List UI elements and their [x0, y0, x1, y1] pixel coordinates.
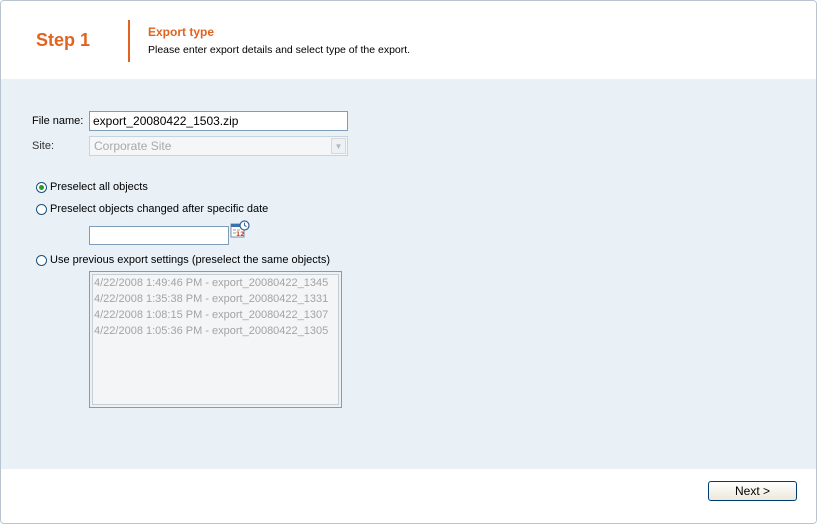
radio-preselect-all[interactable]	[36, 181, 47, 193]
wizard-frame: Step 1 Export type Please enter export d…	[0, 0, 817, 524]
option-preselect-by-date[interactable]: Preselect objects changed after specific…	[36, 203, 268, 215]
calendar-icon[interactable]: 12	[230, 220, 250, 240]
radio-preselect-by-date[interactable]	[36, 203, 47, 215]
option-previous-settings-label: Use previous export settings (preselect …	[50, 254, 331, 266]
list-item[interactable]: 4/22/2008 1:49:46 PM - export_20080422_1…	[93, 275, 338, 291]
step-number: Step 1	[36, 30, 91, 50]
date-input[interactable]	[89, 226, 229, 245]
site-label: Site:	[32, 140, 55, 152]
step-separator	[128, 20, 130, 62]
list-item[interactable]: 4/22/2008 1:05:36 PM - export_20080422_1…	[93, 323, 338, 339]
wizard-content: File name: Site: Corporate Site ▼ Presel…	[1, 79, 816, 469]
site-select-value: Corporate Site	[94, 139, 172, 153]
previous-exports-list[interactable]: 4/22/2008 1:49:46 PM - export_20080422_1…	[89, 271, 342, 408]
list-item[interactable]: 4/22/2008 1:35:38 PM - export_20080422_1…	[93, 291, 338, 307]
site-select[interactable]: Corporate Site ▼	[89, 136, 348, 156]
chevron-down-icon: ▼	[331, 138, 346, 154]
file-name-label: File name:	[32, 115, 84, 127]
option-preselect-all-label: Preselect all objects	[50, 181, 148, 193]
previous-exports-list-inner: 4/22/2008 1:49:46 PM - export_20080422_1…	[92, 274, 339, 405]
wizard-header: Step 1 Export type Please enter export d…	[1, 1, 816, 79]
option-previous-settings[interactable]: Use previous export settings (preselect …	[36, 254, 330, 266]
step-description: Please enter export details and select t…	[148, 44, 411, 56]
file-name-input[interactable]	[89, 111, 348, 131]
next-button[interactable]: Next >	[708, 481, 797, 501]
step-title: Export type	[148, 25, 215, 39]
list-item[interactable]: 4/22/2008 1:08:15 PM - export_20080422_1…	[93, 307, 338, 323]
wizard-footer: Next >	[1, 469, 816, 523]
option-preselect-by-date-label: Preselect objects changed after specific…	[50, 203, 269, 215]
option-preselect-all[interactable]: Preselect all objects	[36, 181, 148, 193]
svg-text:12: 12	[236, 231, 244, 238]
radio-previous-settings[interactable]	[36, 254, 47, 266]
